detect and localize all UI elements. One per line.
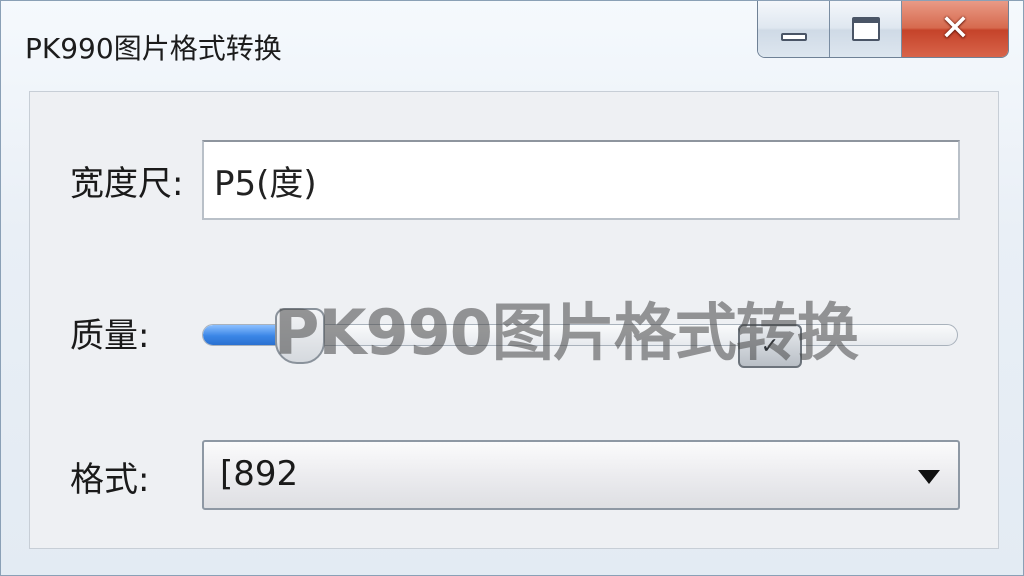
- maximize-icon: [851, 17, 880, 41]
- window-title: PK990图片格式转换: [25, 32, 282, 65]
- format-selected-value: [892: [220, 454, 299, 494]
- quality-slider-thumb[interactable]: [275, 308, 326, 364]
- slider-end-button[interactable]: ✓: [738, 324, 802, 368]
- minimize-button[interactable]: [758, 1, 830, 57]
- close-button[interactable]: ✕: [902, 1, 1008, 57]
- app-window: PK990图片格式转换 ✕ 宽度尺: P5(度) 质量: ✓ PK990图片格式…: [0, 0, 1024, 576]
- check-icon: ✓: [760, 333, 780, 359]
- caption-buttons: ✕: [757, 1, 1009, 58]
- maximize-button[interactable]: [830, 1, 902, 57]
- settings-panel: 宽度尺: P5(度) 质量: ✓ PK990图片格式转换 格式: [892: [29, 91, 999, 549]
- minimize-icon: [780, 33, 807, 41]
- format-label: 格式:: [70, 460, 150, 500]
- format-select[interactable]: [892: [202, 440, 960, 510]
- chevron-down-icon[interactable]: [918, 470, 940, 484]
- title-bar[interactable]: PK990图片格式转换 ✕: [1, 1, 1023, 81]
- quality-label: 质量:: [70, 316, 150, 356]
- close-icon: ✕: [939, 8, 971, 49]
- width-input[interactable]: P5(度): [202, 140, 960, 220]
- width-label: 宽度尺:: [70, 164, 184, 204]
